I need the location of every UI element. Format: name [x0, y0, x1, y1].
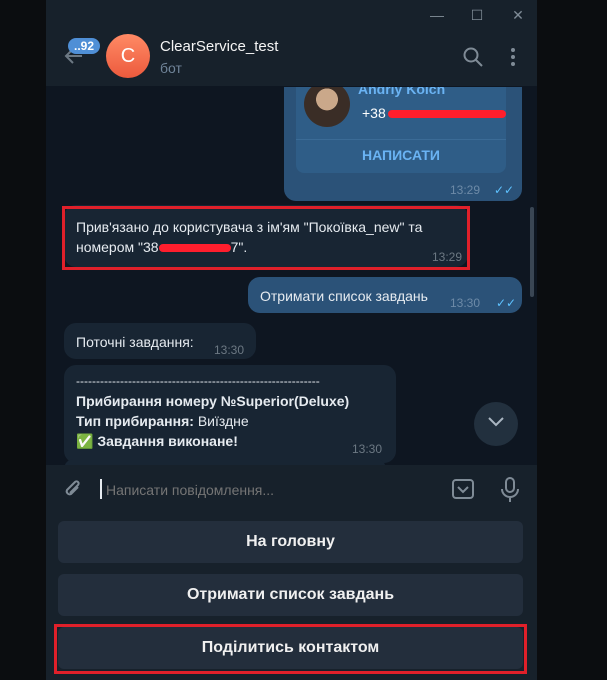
chat-status: бот [160, 60, 182, 76]
chevron-down-icon [488, 417, 504, 427]
message-time: 13:30 [352, 442, 383, 456]
task-divider: ----------------------------------------… [76, 374, 320, 388]
text-cursor [100, 479, 102, 499]
contact-message: Andriy Koich +38 НАПИСАТИ 13:29 ✓✓ [284, 87, 522, 201]
bot-keyboard-icon[interactable] [451, 477, 475, 506]
task-type-value: Виїздне [197, 413, 249, 429]
double-check-icon: ✓✓ [494, 183, 515, 197]
message-list[interactable]: Andriy Koich +38 НАПИСАТИ 13:29 ✓✓ Прив'… [46, 87, 537, 465]
double-check-icon: ✓✓ [496, 296, 517, 310]
task-status: ✅ Завдання виконане! [76, 431, 238, 451]
avatar[interactable]: C [106, 34, 150, 78]
task-status-text: Завдання виконане! [97, 433, 238, 449]
redaction-mark [387, 110, 506, 119]
incoming-message: Поточні завдання: 13:30 [64, 323, 256, 359]
outgoing-message: Отримати список завдань 13:30 ✓✓ [248, 277, 522, 313]
message-input[interactable] [104, 477, 428, 503]
home-button[interactable]: На головну [58, 521, 523, 563]
minimize-button[interactable]: — [428, 6, 446, 24]
highlight-box [54, 624, 527, 674]
contact-phone-prefix: +38 [362, 105, 386, 121]
paperclip-icon[interactable] [62, 479, 84, 506]
chat-title[interactable]: ClearService_test [160, 38, 278, 55]
message-time: 13:29 [450, 183, 481, 197]
contact-card[interactable]: Andriy Koich +38 НАПИСАТИ [296, 87, 506, 173]
task-type-label: Тип прибирання: [76, 413, 194, 429]
telegram-window: — ☐ ✕ ..92 C ClearService_test бот Andri… [46, 0, 537, 680]
highlight-box [62, 206, 470, 270]
message-text: Поточні завдання: [76, 334, 194, 350]
more-vertical-icon[interactable] [502, 46, 526, 70]
task-message: ----------------------------------------… [64, 365, 396, 463]
message-time: 13:30 [214, 343, 245, 357]
scrollbar[interactable] [530, 207, 534, 297]
message-time: 13:30 [450, 296, 481, 310]
reply-keyboard: На головну Отримати список завдань Поділ… [46, 515, 537, 680]
microphone-icon[interactable] [500, 477, 520, 508]
get-tasks-button[interactable]: Отримати список завдань [58, 574, 523, 616]
maximize-button[interactable]: ☐ [468, 6, 486, 24]
unread-badge: ..92 [68, 38, 101, 54]
contact-avatar [304, 87, 350, 127]
chat-header: ..92 C ClearService_test бот [46, 30, 537, 87]
task-room: Прибирання номеру №Superior(Deluxe) [76, 393, 350, 409]
scroll-down-button[interactable] [474, 402, 518, 446]
check-mark-icon: ✅ [76, 433, 94, 449]
title-bar: — ☐ ✕ [46, 0, 537, 30]
message-composer [46, 465, 537, 515]
task-type: Тип прибирання: Виїздне [76, 411, 249, 431]
contact-phone: +38 [362, 103, 506, 123]
contact-name: Andriy Koich [358, 87, 446, 97]
close-button[interactable]: ✕ [509, 6, 527, 24]
write-message-button[interactable]: НАПИСАТИ [296, 139, 506, 170]
search-icon[interactable] [462, 46, 486, 70]
message-text: Отримати список завдань [260, 288, 428, 304]
